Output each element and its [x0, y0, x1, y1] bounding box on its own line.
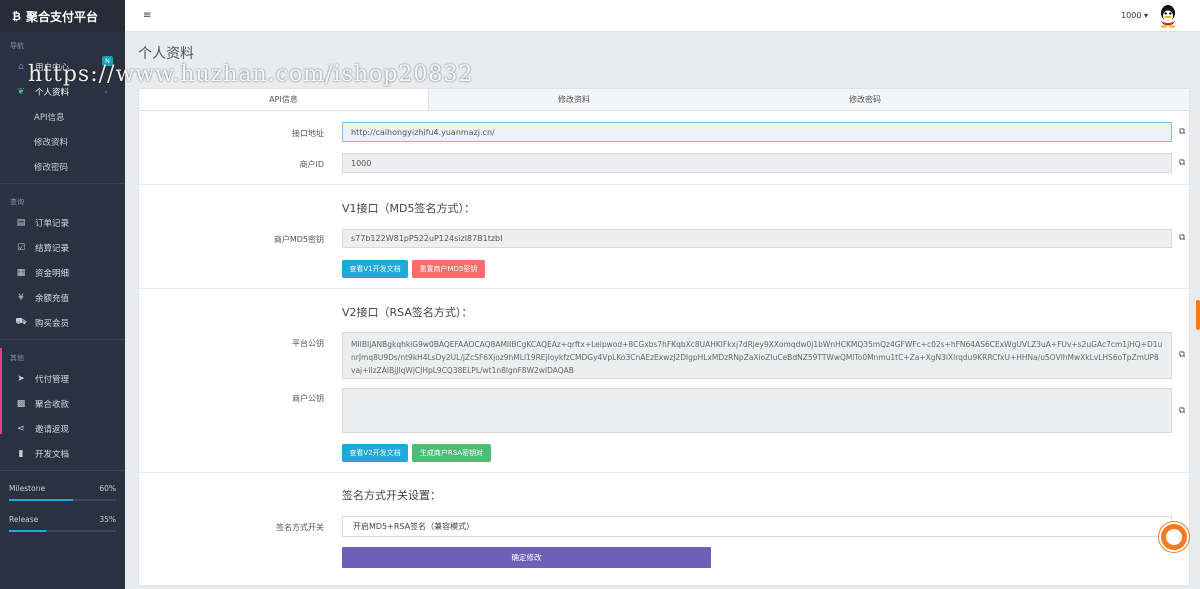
sidebar-item-dev-docs[interactable]: ▮ 开发文档	[0, 441, 125, 466]
sidebar-item-aggregate-collect[interactable]: ▩ 聚合收款	[0, 391, 125, 416]
brand[interactable]: ₿ 聚合支付平台	[0, 0, 125, 32]
sidebar: ₿ 聚合支付平台 导航 ⌂ 用户中心 N ❦ 个人资料 ⌄ API信息 修改资料…	[0, 0, 125, 589]
sidebar-item-label: 开发文档	[35, 449, 70, 460]
cart-icon: ⛟	[15, 317, 27, 327]
platform-pubkey-label: 平台公钥	[292, 339, 324, 348]
api-url-field[interactable]: http://caihongyizhifu4.yuanmazj.cn/	[342, 122, 1172, 142]
release-bar	[9, 530, 116, 532]
home-icon: ⌂	[18, 61, 24, 72]
sidebar-item-label: 聚合收款	[35, 399, 70, 410]
divider	[0, 183, 125, 184]
v1-docs-button[interactable]: 查看V1开发文档	[342, 260, 408, 278]
sidebar-item-buy-member[interactable]: ⛟ 购买会员	[0, 310, 125, 335]
v2-docs-button[interactable]: 查看V2开发文档	[342, 444, 408, 462]
sidebar-subitem-edit-profile[interactable]: 修改资料	[0, 129, 125, 154]
v1-section-title: V1接口（MD5签名方式）：	[342, 202, 475, 215]
copy-icon[interactable]: ⧉	[1179, 406, 1185, 416]
md5-key-field[interactable]: s77b122W81pP522uP124sizl87B1tzbI	[342, 229, 1172, 248]
profile-card: API信息 修改资料 修改密码 接口地址 http://caihongyizhi…	[138, 88, 1190, 586]
calendar-icon: ▦	[16, 267, 26, 278]
brand-title: 聚合支付平台	[25, 9, 98, 24]
sidebar-item-label: 结算记录	[35, 243, 70, 254]
divider	[0, 339, 125, 340]
milestone-bar	[9, 499, 116, 501]
tab-api-info[interactable]: API信息	[139, 89, 429, 110]
chevron-down-icon: ⌄	[103, 87, 109, 95]
copy-icon[interactable]: ⧉	[1179, 350, 1185, 360]
sidebar-item-invite-rebate[interactable]: ⋖ 邀请返现	[0, 416, 125, 441]
sidebar-item-label: 购买会员	[35, 318, 70, 329]
sidebar-item-label: 资金明细	[35, 268, 70, 279]
copy-icon[interactable]: ⧉	[1179, 158, 1185, 168]
merchant-pubkey-textarea[interactable]	[342, 388, 1172, 433]
sidebar-item-label: 代付管理	[35, 374, 70, 385]
tab-bar: API信息 修改资料 修改密码	[139, 89, 1189, 111]
sidebar-subitem-change-password[interactable]: 修改密码	[0, 154, 125, 179]
book-icon: ▮	[18, 448, 24, 459]
tab-change-password[interactable]: 修改密码	[719, 89, 1011, 110]
list-icon: ▤	[16, 217, 26, 228]
support-widget-icon[interactable]	[1159, 522, 1189, 552]
watermark: https://www.huzhan.com/ishop20832	[28, 62, 474, 87]
avatar[interactable]	[1156, 4, 1180, 28]
share-icon: ⋖	[17, 423, 25, 434]
milestone-progress: Milestone 60%	[0, 484, 125, 501]
merchant-id-label: 商户ID	[299, 160, 324, 169]
paper-plane-icon: ➤	[17, 373, 25, 384]
copy-icon[interactable]: ⧉	[1179, 233, 1185, 243]
milestone-value: 60%	[99, 484, 116, 493]
user-dropdown[interactable]: 1000 ▾	[1121, 11, 1148, 20]
check-square-icon: ☑	[16, 242, 26, 253]
release-label: Release	[9, 515, 39, 524]
v2-section-title: V2接口（RSA签名方式）：	[342, 306, 473, 319]
bitcoin-logo-icon: ₿	[12, 9, 21, 23]
md5-key-label: 商户MD5密钥	[273, 235, 324, 244]
release-bar-fill	[9, 530, 47, 532]
side-tab[interactable]	[1196, 300, 1200, 330]
accent-strip	[0, 348, 2, 434]
qrcode-icon: ▩	[16, 398, 26, 409]
sign-switch-label: 签名方式开关	[276, 523, 324, 532]
reset-md5-button[interactable]: 重置商户MD5密钥	[412, 260, 485, 278]
face-icon	[1166, 529, 1182, 545]
page-title: 个人资料	[138, 46, 194, 62]
query-section-header: 查询	[10, 198, 24, 206]
submit-button[interactable]: 确定修改	[342, 547, 711, 568]
sign-switch-select[interactable]: 开启MD5+RSA签名（兼容模式）	[342, 516, 1172, 537]
release-value: 35%	[99, 515, 116, 524]
sidebar-item-label: 个人资料	[35, 87, 70, 98]
section-divider	[139, 184, 1189, 185]
sidebar-item-recharge[interactable]: ¥ 余额充值	[0, 285, 125, 310]
yen-icon: ¥	[18, 292, 24, 303]
merchant-id-field[interactable]: 1000	[342, 153, 1172, 173]
copy-icon[interactable]: ⧉	[1179, 127, 1185, 137]
menu-toggle-icon[interactable]: ≡	[143, 10, 151, 21]
sidebar-item-funds[interactable]: ▦ 资金明细	[0, 260, 125, 285]
nav-section-header: 导航	[10, 42, 24, 50]
sidebar-item-label: 邀请返现	[35, 424, 70, 435]
sidebar-item-settlements[interactable]: ☑ 结算记录	[0, 235, 125, 260]
section-divider	[139, 288, 1189, 289]
sidebar-item-label: 余额充值	[35, 293, 70, 304]
api-url-label: 接口地址	[292, 129, 324, 138]
other-section-header: 其他	[10, 354, 24, 362]
sidebar-item-label: 订单记录	[35, 218, 70, 229]
merchant-pubkey-label: 商户公钥	[292, 394, 324, 403]
top-header: ≡ 1000 ▾	[125, 0, 1200, 32]
sidebar-item-payout[interactable]: ➤ 代付管理	[0, 366, 125, 391]
sign-section-title: 签名方式开关设置：	[342, 489, 441, 502]
platform-pubkey-textarea[interactable]: MIIBIjANBgkqhkiG9w0BAQEFAAOCAQ8AMIIBCgKC…	[342, 332, 1172, 379]
sidebar-subitem-api-info[interactable]: API信息	[0, 104, 125, 129]
milestone-label: Milestone	[9, 484, 46, 493]
section-divider	[139, 472, 1189, 473]
generate-rsa-button[interactable]: 生成商户RSA密钥对	[412, 444, 491, 462]
milestone-bar-fill	[9, 499, 74, 501]
tab-edit-profile[interactable]: 修改资料	[429, 89, 719, 110]
sidebar-item-orders[interactable]: ▤ 订单记录	[0, 210, 125, 235]
release-progress: Release 35%	[0, 515, 125, 532]
divider	[0, 470, 125, 471]
leaf-icon: ❦	[17, 86, 25, 97]
